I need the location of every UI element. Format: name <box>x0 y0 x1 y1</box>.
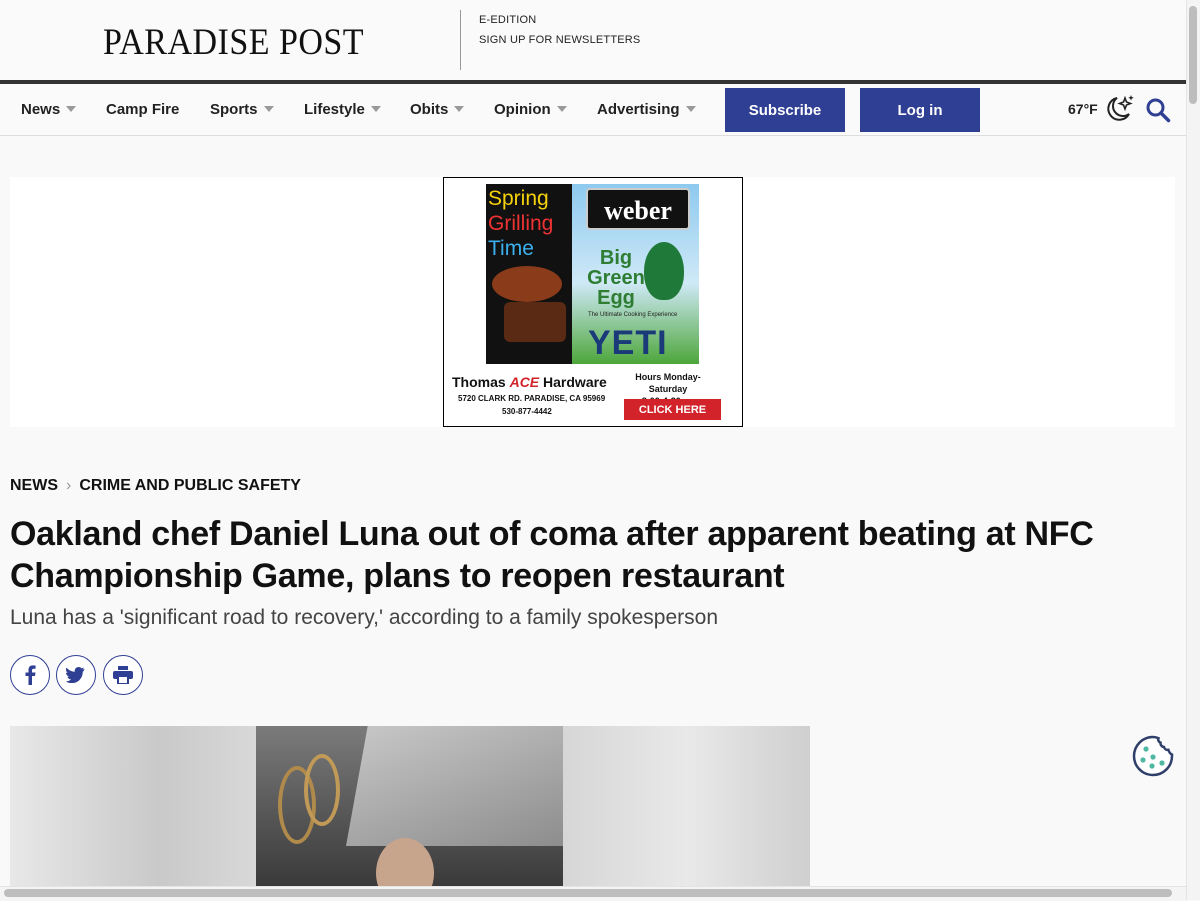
print-button[interactable] <box>103 655 143 695</box>
subscribe-button[interactable]: Subscribe <box>725 88 845 132</box>
search-icon[interactable] <box>1145 97 1171 123</box>
ad-grilling-word: Grilling <box>488 212 554 235</box>
share-twitter-button[interactable] <box>56 655 96 695</box>
ad-tagline: The Ultimate Cooking Experience <box>588 312 678 318</box>
ad-store-name: Thomas ACE Hardware <box>452 374 607 390</box>
e-edition-link[interactable]: E-EDITION <box>479 14 536 26</box>
chevron-down-icon <box>263 106 274 112</box>
ad-brands-panel: weber Big Green Egg The Ultimate Cooking… <box>572 184 699 364</box>
article-photo[interactable] <box>10 726 810 886</box>
cookie-settings-icon[interactable] <box>1132 735 1174 777</box>
nav-label: Lifestyle <box>304 101 365 118</box>
ad-time-word: Time <box>488 237 534 260</box>
ad-spring-headline: Spring Grilling Time <box>488 186 553 261</box>
twitter-icon <box>66 667 85 683</box>
newsletter-signup-link[interactable]: SIGN UP FOR NEWSLETTERS <box>479 34 640 46</box>
nav-item-news[interactable]: News <box>21 101 77 118</box>
photo-image <box>256 726 563 886</box>
photo-blur-left <box>10 726 256 886</box>
ad-hours-title: Hours Monday-Saturday <box>635 372 701 394</box>
breadcrumb-news[interactable]: NEWS <box>10 477 58 494</box>
nav-item-obits[interactable]: Obits <box>410 101 465 118</box>
ad-banner[interactable]: Spring Grilling Time weber Big Green Egg… <box>443 177 743 427</box>
article-subhead: Luna has a 'significant road to recovery… <box>10 606 719 629</box>
masthead-divider <box>460 10 461 70</box>
ad-store-prefix: Thomas <box>452 374 506 390</box>
ad-click-here-button[interactable]: CLICK HERE <box>624 399 721 420</box>
ad-phone: 530-877-4442 <box>502 407 552 416</box>
facebook-icon <box>25 665 36 685</box>
breadcrumb: NEWS › CRIME AND PUBLIC SAFETY <box>10 477 301 495</box>
chevron-down-icon <box>454 106 465 112</box>
ad-grilling-panel: Spring Grilling Time <box>486 184 572 364</box>
nav-label: Opinion <box>494 101 551 118</box>
ad-food-image <box>492 266 562 302</box>
ad-steak-image <box>504 302 566 342</box>
nav-label: Obits <box>410 101 449 118</box>
login-button[interactable]: Log in <box>860 88 980 132</box>
chevron-right-icon: › <box>66 477 72 494</box>
main-nav: News Camp Fire Sports Lifestyle Obits Op… <box>0 84 1186 136</box>
nav-item-advertising[interactable]: Advertising <box>597 101 696 118</box>
big-green-egg-logo: Big Green Egg <box>587 247 645 309</box>
ad-address: 5720 CLARK RD. PARADISE, CA 95969 <box>458 394 606 403</box>
hanging-pan-image <box>304 754 340 826</box>
yeti-logo: YETI <box>588 324 668 362</box>
chevron-down-icon <box>556 106 567 112</box>
vertical-scrollbar-thumb[interactable] <box>1189 6 1197 104</box>
masthead: PARADISE POST E-EDITION SIGN UP FOR NEWS… <box>0 0 1186 80</box>
moon-stars-icon[interactable] <box>1103 94 1135 124</box>
weather-temperature[interactable]: 67°F <box>1068 101 1098 117</box>
chevron-down-icon <box>370 106 381 112</box>
photo-blur-right <box>563 726 810 886</box>
share-facebook-button[interactable] <box>10 655 50 695</box>
green-egg-grill-image <box>644 242 684 300</box>
nav-label: Sports <box>210 101 258 118</box>
nav-item-lifestyle[interactable]: Lifestyle <box>304 101 381 118</box>
ad-spring-word: Spring <box>488 187 549 210</box>
chevron-down-icon <box>685 106 696 112</box>
breadcrumb-crime-public-safety[interactable]: CRIME AND PUBLIC SAFETY <box>79 477 301 494</box>
site-logo[interactable]: PARADISE POST <box>103 21 364 64</box>
article-headline: Oakland chef Daniel Luna out of coma aft… <box>10 515 1094 595</box>
weber-logo: weber <box>586 188 690 230</box>
nav-label: News <box>21 101 61 118</box>
ad-store-suffix: Hardware <box>543 374 607 390</box>
nav-item-sports[interactable]: Sports <box>210 101 274 118</box>
ace-logo: ACE <box>509 374 540 390</box>
print-icon <box>113 666 133 684</box>
nav-item-opinion[interactable]: Opinion <box>494 101 567 118</box>
kitchen-hood-image <box>346 726 563 846</box>
nav-item-camp-fire[interactable]: Camp Fire <box>106 101 179 118</box>
nav-label: Camp Fire <box>106 101 180 118</box>
horizontal-scrollbar-thumb[interactable] <box>4 889 1172 897</box>
vertical-scrollbar[interactable] <box>1186 0 1200 900</box>
chevron-down-icon <box>66 106 77 112</box>
nav-label: Advertising <box>597 101 680 118</box>
